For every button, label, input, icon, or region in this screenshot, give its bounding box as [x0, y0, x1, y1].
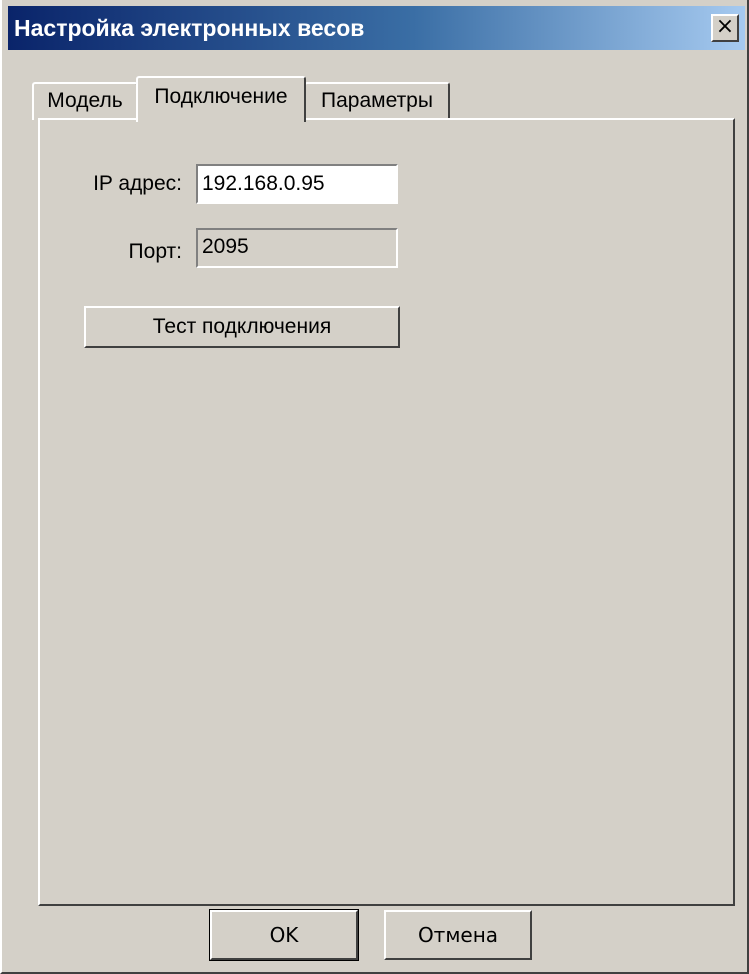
cancel-button[interactable]: Отмена [384, 910, 532, 960]
tab-parameters[interactable]: Параметры [304, 82, 450, 120]
port-label: Порт: [128, 240, 182, 263]
close-icon: × [715, 14, 735, 39]
ip-address-label: IP адрес: [93, 172, 182, 195]
tab-model[interactable]: Модель [32, 82, 138, 120]
test-connection-button[interactable]: Тест подключения [84, 306, 400, 348]
dialog-window: Настройка электронных весов × Модель Пар… [0, 0, 749, 974]
close-button[interactable]: × [711, 14, 739, 42]
tab-connection[interactable]: Подключение [136, 76, 306, 122]
window-title: Настройка электронных весов [14, 15, 365, 41]
ok-button[interactable]: OK [209, 909, 359, 961]
port-input [196, 228, 398, 268]
ip-address-input[interactable] [196, 164, 398, 204]
title-bar[interactable]: Настройка электронных весов × [8, 6, 745, 50]
